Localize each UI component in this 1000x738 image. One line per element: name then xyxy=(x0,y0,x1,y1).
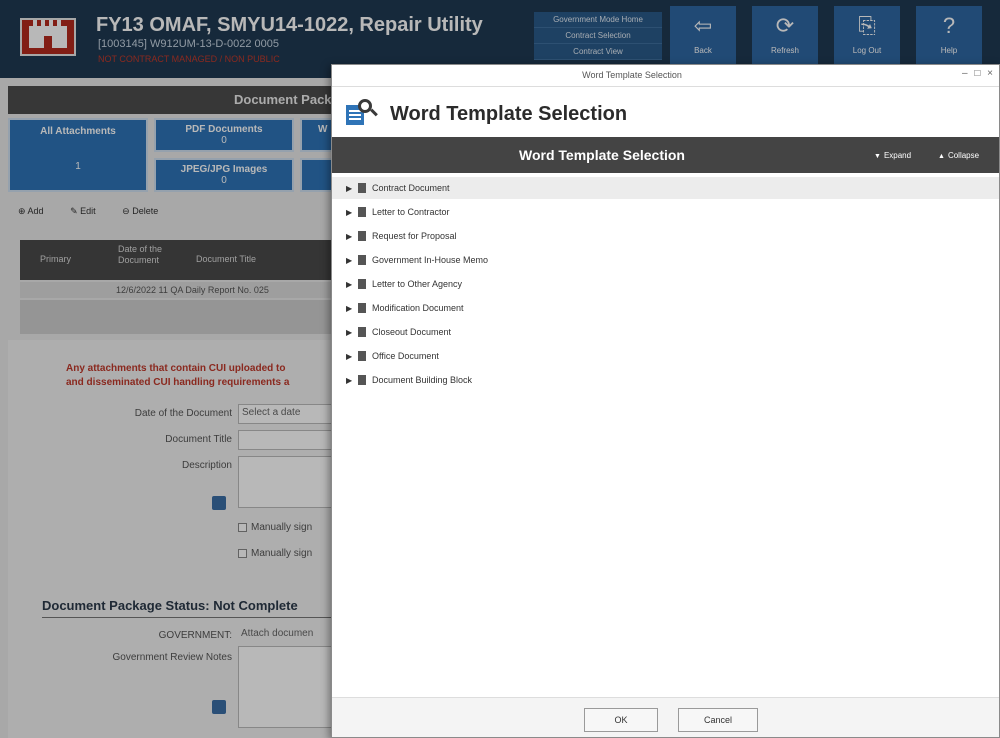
word-template-dialog: Word Template Selection – □ × Word Templ… xyxy=(331,64,1000,738)
dialog-window-bar[interactable]: Word Template Selection – □ × xyxy=(332,65,999,87)
template-band: Word Template Selection ▼ Expand ▲ Collaps… xyxy=(332,137,999,173)
tree-item-label: Document Building Block xyxy=(372,375,473,385)
collapse-label: Collapse xyxy=(947,151,980,160)
expand-arrow-icon[interactable]: ▶ xyxy=(346,370,358,392)
document-icon xyxy=(358,374,366,385)
dialog-heading: Word Template Selection xyxy=(390,103,628,125)
tree-item-label: Letter to Contractor xyxy=(372,207,450,217)
ok-button[interactable]: OK xyxy=(584,708,658,732)
window-controls[interactable]: – □ × xyxy=(962,68,995,79)
document-icon xyxy=(358,230,366,241)
expand-arrow-icon[interactable]: ▶ xyxy=(346,202,358,224)
tree-item-letter-to-contractor[interactable]: ▶ Letter to Contractor xyxy=(346,201,986,223)
document-icon xyxy=(358,182,366,193)
tree-item-label: Modification Document xyxy=(372,303,464,313)
tree-item-label: Government In-House Memo xyxy=(372,255,489,265)
expand-arrow-icon[interactable]: ▶ xyxy=(346,250,358,272)
document-icon xyxy=(358,206,366,217)
document-icon xyxy=(358,302,366,313)
tree-item-contract-document[interactable]: ▶ Contract Document xyxy=(332,177,999,199)
tree-item-letter-to-other-agency[interactable]: ▶ Letter to Other Agency xyxy=(346,273,986,295)
tree-item-label: Contract Document xyxy=(372,183,450,193)
expand-arrow-icon[interactable]: ▶ xyxy=(346,274,358,296)
tree-item-closeout-document[interactable]: ▶ Closeout Document xyxy=(346,321,986,343)
expand-label: Expand xyxy=(883,151,912,160)
document-icon xyxy=(358,254,366,265)
tree-item-label: Office Document xyxy=(372,351,439,361)
collapse-button[interactable]: ▲ Collapse xyxy=(938,151,979,160)
tree-item-label: Letter to Other Agency xyxy=(372,279,463,289)
template-search-icon xyxy=(346,99,378,125)
tree-item-office-document[interactable]: ▶ Office Document xyxy=(346,345,986,367)
dialog-footer: OK Cancel xyxy=(332,697,999,737)
dialog-window-title: Word Template Selection xyxy=(582,70,682,80)
expand-arrow-icon[interactable]: ▶ xyxy=(346,178,358,200)
expand-arrow-icon[interactable]: ▶ xyxy=(346,346,358,368)
tree-item-government-memo[interactable]: ▶ Government In-House Memo xyxy=(346,249,986,271)
document-icon xyxy=(358,278,366,289)
tree-item-label: Request for Proposal xyxy=(372,231,457,241)
tree-item-label: Closeout Document xyxy=(372,327,452,337)
cancel-button[interactable]: Cancel xyxy=(678,708,758,732)
tree-item-modification-document[interactable]: ▶ Modification Document xyxy=(346,297,986,319)
document-icon xyxy=(358,326,366,337)
tree-item-document-building-block[interactable]: ▶ Document Building Block xyxy=(346,369,986,391)
dialog-header: Word Template Selection xyxy=(332,87,999,137)
expand-arrow-icon[interactable]: ▶ xyxy=(346,298,358,320)
expand-arrow-icon[interactable]: ▶ xyxy=(346,322,358,344)
expand-icon: ▼ xyxy=(874,153,881,160)
expand-arrow-icon[interactable]: ▶ xyxy=(346,226,358,248)
collapse-icon: ▲ xyxy=(938,153,945,160)
expand-button[interactable]: ▼ Expand xyxy=(874,151,911,160)
document-icon xyxy=(358,350,366,361)
tree-item-request-for-proposal[interactable]: ▶ Request for Proposal xyxy=(346,225,986,247)
template-tree: ▶ Contract Document ▶ Letter to Contractor… xyxy=(332,173,999,697)
band-title: Word Template Selection xyxy=(519,147,685,163)
